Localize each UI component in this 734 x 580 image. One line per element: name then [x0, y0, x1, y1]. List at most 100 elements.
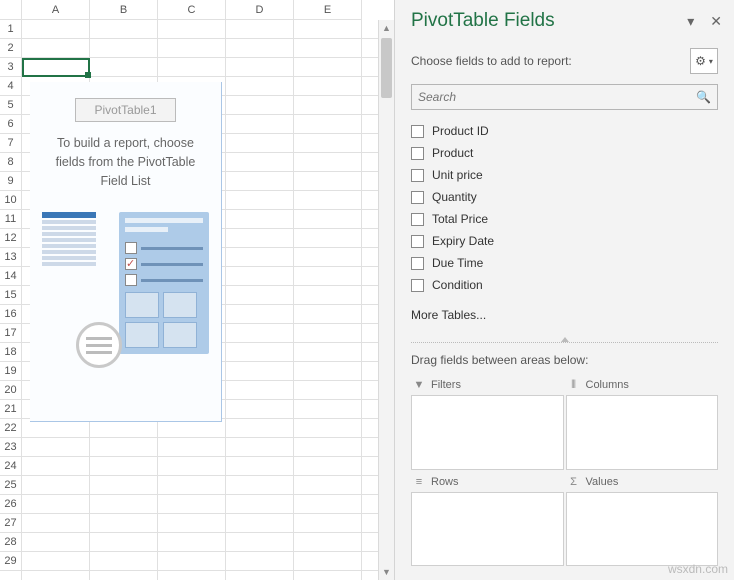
drag-hint: Drag fields between areas below: [395, 353, 734, 375]
field-label: Condition [432, 278, 483, 292]
scroll-up-arrow[interactable]: ▲ [379, 20, 394, 36]
row-header[interactable]: 7 [0, 134, 21, 153]
field-item[interactable]: Total Price [411, 208, 718, 230]
row-header[interactable]: 28 [0, 533, 21, 552]
row-header[interactable]: 29 [0, 552, 21, 571]
values-label: Values [586, 476, 619, 488]
field-label: Unit price [432, 168, 483, 182]
row-header[interactable]: 12 [0, 229, 21, 248]
row-header[interactable]: 24 [0, 457, 21, 476]
values-area[interactable]: Σ Values [566, 472, 719, 567]
row-header[interactable]: 3 [0, 58, 21, 77]
column-header[interactable]: C [158, 0, 226, 19]
pane-close-icon[interactable]: ✕ [710, 13, 722, 30]
pivottable-name-box: PivotTable1 [75, 98, 175, 122]
row-header[interactable]: 11 [0, 210, 21, 229]
field-checkbox[interactable] [411, 169, 424, 182]
field-item[interactable]: Product [411, 142, 718, 164]
columns-icon: ⦀ [568, 379, 580, 391]
row-header[interactable]: 14 [0, 267, 21, 286]
field-label: Product ID [432, 124, 489, 138]
row-header[interactable]: 27 [0, 514, 21, 533]
columns-label: Columns [586, 379, 629, 391]
row-header[interactable]: 9 [0, 172, 21, 191]
field-checkbox[interactable] [411, 279, 424, 292]
row-header[interactable]: 18 [0, 343, 21, 362]
watermark: wsxdn.com [668, 562, 728, 576]
column-headers[interactable]: ABCDE [22, 0, 362, 20]
column-header[interactable]: A [22, 0, 90, 19]
field-item[interactable]: Product ID [411, 120, 718, 142]
field-label: Quantity [432, 190, 477, 204]
pane-splitter[interactable] [411, 342, 718, 343]
row-header[interactable]: 13 [0, 248, 21, 267]
columns-area[interactable]: ⦀ Columns [566, 375, 719, 470]
rows-area[interactable]: ≡ Rows [411, 472, 564, 567]
scroll-thumb[interactable] [381, 38, 392, 98]
pane-menu-caret-icon[interactable]: ▾ [687, 13, 694, 30]
row-header[interactable]: 10 [0, 191, 21, 210]
field-search[interactable]: 🔍 [411, 84, 718, 110]
row-header[interactable]: 26 [0, 495, 21, 514]
field-checkbox[interactable] [411, 213, 424, 226]
field-checkbox[interactable] [411, 235, 424, 248]
field-item[interactable]: Due Time [411, 252, 718, 274]
row-header[interactable]: 21 [0, 400, 21, 419]
gear-icon: ⚙ [695, 54, 706, 68]
field-checkbox[interactable] [411, 191, 424, 204]
field-label: Product [432, 146, 473, 160]
rows-drop-zone[interactable] [411, 492, 564, 567]
values-drop-zone[interactable] [566, 492, 719, 567]
field-item[interactable]: Unit price [411, 164, 718, 186]
field-item[interactable]: Expiry Date [411, 230, 718, 252]
column-header[interactable]: E [294, 0, 362, 19]
caret-down-icon: ▾ [709, 57, 713, 66]
field-panel-icon [119, 212, 209, 354]
row-header[interactable]: 25 [0, 476, 21, 495]
field-checkbox[interactable] [411, 147, 424, 160]
search-input[interactable] [418, 90, 696, 104]
active-cell[interactable] [22, 58, 90, 77]
row-header[interactable]: 16 [0, 305, 21, 324]
row-header[interactable]: 5 [0, 96, 21, 115]
rows-icon: ≡ [413, 476, 425, 488]
row-header[interactable]: 19 [0, 362, 21, 381]
tools-gear-button[interactable]: ⚙▾ [690, 48, 718, 74]
columns-drop-zone[interactable] [566, 395, 719, 470]
row-header[interactable]: 4 [0, 77, 21, 96]
search-icon[interactable]: 🔍 [696, 90, 711, 104]
select-all-corner[interactable] [0, 0, 22, 20]
more-tables-link[interactable]: More Tables... [395, 302, 734, 336]
row-header[interactable]: 15 [0, 286, 21, 305]
row-header[interactable]: 20 [0, 381, 21, 400]
cell-grid[interactable]: PivotTable1 To build a report, choose fi… [22, 20, 378, 580]
row-header[interactable]: 8 [0, 153, 21, 172]
column-header[interactable]: B [90, 0, 158, 19]
filters-drop-zone[interactable] [411, 395, 564, 470]
field-item[interactable]: Quantity [411, 186, 718, 208]
row-headers[interactable]: 1234567891011121314151617181920212223242… [0, 20, 22, 580]
rows-label: Rows [431, 476, 459, 488]
choose-fields-label: Choose fields to add to report: [411, 54, 572, 68]
scroll-down-arrow[interactable]: ▼ [379, 564, 394, 580]
field-label: Expiry Date [432, 234, 494, 248]
row-header[interactable]: 23 [0, 438, 21, 457]
row-header[interactable]: 17 [0, 324, 21, 343]
values-icon: Σ [568, 476, 580, 488]
vertical-scrollbar[interactable]: ▲ ▼ [378, 20, 394, 580]
row-header[interactable]: 22 [0, 419, 21, 438]
field-item[interactable]: Condition [411, 274, 718, 296]
pivottable-fields-pane: PivotTable Fields ▾ ✕ Choose fields to a… [394, 0, 734, 580]
filters-area[interactable]: ▼Filters [411, 375, 564, 470]
filter-icon: ▼ [413, 379, 425, 391]
pivottable-hint: To build a report, choose fields from th… [40, 134, 211, 190]
row-header[interactable]: 1 [0, 20, 21, 39]
field-checkbox[interactable] [411, 125, 424, 138]
pivottable-placeholder[interactable]: PivotTable1 To build a report, choose fi… [30, 82, 222, 422]
field-checkbox[interactable] [411, 257, 424, 270]
field-list: Product ID Product Unit price Quantity Total… [395, 120, 734, 302]
pane-title: PivotTable Fields [411, 10, 555, 32]
row-header[interactable]: 6 [0, 115, 21, 134]
column-header[interactable]: D [226, 0, 294, 19]
row-header[interactable]: 2 [0, 39, 21, 58]
